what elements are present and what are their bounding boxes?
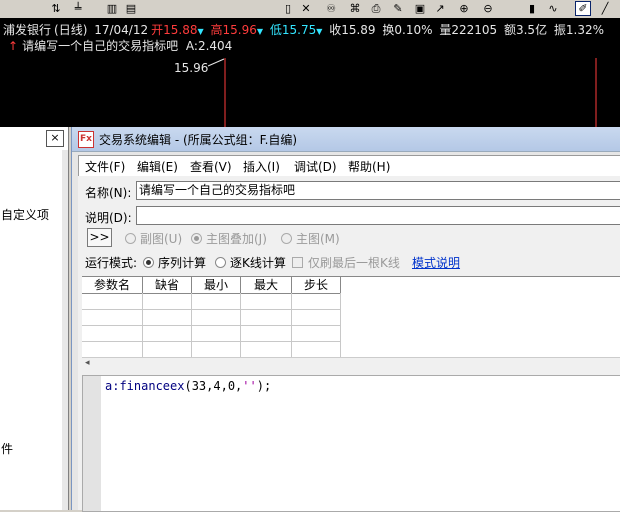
radio-sub-chart[interactable] [125,233,136,244]
dialog-titlebar[interactable]: Fx 交易系统编辑 - (所属公式组：F.自编) [72,127,620,152]
option-sub-chart[interactable]: 副图(U) [140,230,182,247]
refresh-last-checkbox[interactable] [292,257,303,268]
draw-pen-icon[interactable]: ↗ [432,1,448,16]
custom-item-label[interactable]: 自定义项 [1,206,49,223]
radio-sequence-calc[interactable] [143,257,154,268]
zoom-in-icon[interactable]: ⊕ [456,1,472,16]
expand-button[interactable]: >> [87,228,112,247]
network-icon[interactable]: ⌘ [347,1,363,16]
column-divider [191,293,192,357]
column-step[interactable]: 步长 [292,277,341,294]
description-input[interactable] [136,206,620,225]
option-per-kline-calc[interactable]: 逐K线计算 [230,254,286,271]
line-tool-icon[interactable]: ╱ [597,1,613,16]
code-editor[interactable]: a:financeex(33,4,0,''); [82,375,620,512]
code-function: a:financeex [105,379,185,393]
column-max[interactable]: 最大 [241,277,292,294]
name-input[interactable]: 请编写一个自己的交易指标吧 [136,181,620,200]
edit-icon[interactable]: ▣ [412,1,428,16]
menu-file[interactable]: 文件(F) [85,158,125,175]
column-param-name[interactable]: 参数名 [82,277,143,294]
radio-main-chart[interactable] [281,233,292,244]
column-min[interactable]: 最小 [192,277,241,294]
description-label: 说明(D): [85,211,132,225]
menu-bar: 文件(F) 编辑(E) 查看(V) 插入(I) 调试(D) 帮助(H) [78,155,620,177]
column-default[interactable]: 缺省 [143,277,192,294]
radio-main-overlay[interactable] [191,233,202,244]
column-divider [240,293,241,357]
refresh-last-label: 仅刷最后一根K线 [308,256,400,270]
menu-help[interactable]: 帮助(H) [348,158,390,175]
note-icon[interactable]: ✎ [390,1,406,16]
stock-chart[interactable]: 浦发银行 (日线) 17/04/12 开15.88▼ 高15.96▼ 低15.75▼… [0,18,620,127]
page-icon[interactable]: ▯ [280,1,296,16]
option-sequence-calc[interactable]: 序列计算 [158,254,206,271]
code-args: (33,4,0, [184,379,243,393]
column-divider [291,293,292,357]
table-horizontal-scrollbar[interactable]: ◂ [82,357,620,371]
left-panel-close-button[interactable]: × [46,130,64,147]
left-panel-scrollbar[interactable] [62,150,68,510]
formula-app-icon: Fx [78,131,94,148]
page-icon[interactable]: ▤ [123,1,139,16]
dialog-title: 交易系统编辑 - (所属公式组：F.自编) [99,133,298,147]
menu-insert[interactable]: 插入(I) [243,158,280,175]
scroll-left-icon[interactable]: ◂ [85,358,90,368]
menu-edit[interactable]: 编辑(E) [137,158,178,175]
run-mode-label: 运行模式: [85,256,138,270]
close-x-icon[interactable]: ✕ [298,1,314,16]
file-item-label[interactable]: 件 [1,440,13,457]
formula-editor-dialog: Fx 交易系统编辑 - (所属公式组：F.自编) 文件(F) 编辑(E) 查看(… [71,127,620,512]
code-end: ); [256,379,272,393]
chart-lines [207,58,597,127]
option-main-overlay[interactable]: 主图叠加(J) [206,230,267,247]
main-toolbar: ⇅ ╧ ▥ ▤ ▯ ✕ ♾ ⌘ ⎙ ✎ ▣ ↗ ⊕ ⊖ ▮ ∿ ✐ ╱ [0,0,620,19]
code-string: '' [242,379,257,393]
radio-per-kline-calc[interactable] [215,257,226,268]
print-icon[interactable]: ⎙ [368,1,384,16]
binoculars-icon[interactable]: ♾ [323,1,339,16]
bars-icon[interactable]: ▮ [524,1,540,16]
editor-gutter [83,376,101,511]
name-label: 名称(N): [85,186,132,200]
sort-icon[interactable]: ⇅ [48,1,64,16]
column-divider [142,293,143,357]
line-icon[interactable]: ∿ [545,1,561,16]
draw-pen-icon[interactable]: ✐ [575,1,591,16]
zoom-out-icon[interactable]: ⊖ [480,1,496,16]
table-row[interactable] [82,325,340,326]
option-main-chart[interactable]: 主图(M) [296,230,340,247]
menu-debug[interactable]: 调试(D) [294,158,337,175]
column-divider [340,293,341,357]
code-line[interactable]: a:financeex(33,4,0,''); [105,379,271,393]
bar-chart-icon[interactable]: ▥ [104,1,120,16]
mode-help-link[interactable]: 模式说明 [412,254,460,271]
parameter-table[interactable]: 参数名 缺省 最小 最大 步长 [82,276,620,357]
table-row[interactable] [82,341,340,342]
menu-view[interactable]: 查看(V) [190,158,232,175]
chart-icon[interactable]: ╧ [70,1,86,16]
table-row[interactable] [82,309,340,310]
dialog-client-area: 名称(N): 请编写一个自己的交易指标吧 说明(D): >> 副图(U) 主图叠… [78,176,620,512]
